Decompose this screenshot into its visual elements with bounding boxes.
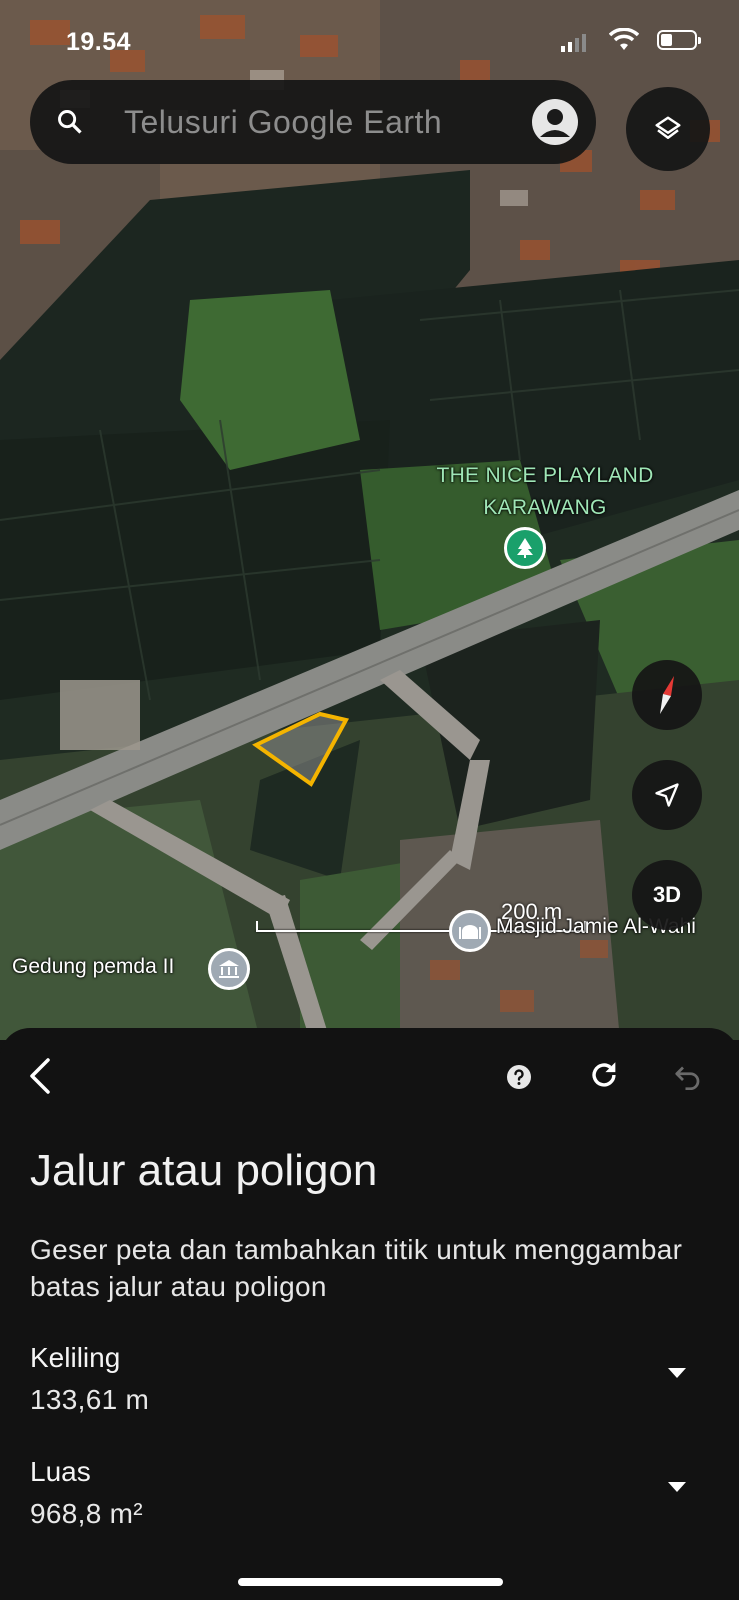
status-time: 19.54 bbox=[66, 28, 132, 56]
my-location-button[interactable] bbox=[632, 760, 702, 830]
search-input[interactable]: Telusuri Google Earth bbox=[124, 104, 442, 141]
sheet-title: Jalur atau poligon bbox=[30, 1146, 378, 1195]
undo-icon[interactable] bbox=[673, 1060, 703, 1090]
battery-icon bbox=[657, 30, 701, 50]
government-icon[interactable] bbox=[208, 948, 250, 990]
back-arrow-icon[interactable] bbox=[26, 1056, 56, 1096]
wifi-icon bbox=[609, 28, 639, 50]
status-bar: 19.54 bbox=[0, 22, 739, 62]
3d-toggle-button[interactable]: 3D bbox=[632, 860, 702, 930]
masjid-label[interactable]: Masjid Jamie Al-Wahi bbox=[496, 915, 739, 939]
perimeter-label: Keliling bbox=[30, 1342, 121, 1373]
gedung-label[interactable]: Gedung pemda II bbox=[12, 955, 174, 979]
refresh-icon[interactable] bbox=[587, 1058, 621, 1092]
my-location-icon bbox=[655, 783, 679, 807]
search-icon bbox=[58, 110, 82, 134]
area-value: 968,8 m² bbox=[30, 1498, 143, 1529]
help-icon[interactable] bbox=[506, 1064, 532, 1090]
compass-icon bbox=[660, 676, 674, 714]
layers-button[interactable] bbox=[626, 87, 710, 171]
dropdown-caret-icon[interactable] bbox=[668, 1482, 686, 1492]
area-metric[interactable]: Luas 968,8 m² bbox=[30, 1456, 710, 1536]
search-bar[interactable]: Telusuri Google Earth bbox=[30, 80, 596, 164]
area-label: Luas bbox=[30, 1456, 91, 1487]
compass-button[interactable] bbox=[632, 660, 702, 730]
perimeter-value: 133,61 m bbox=[30, 1384, 150, 1415]
cellular-signal-icon bbox=[561, 34, 586, 52]
measure-sheet: Jalur atau poligon Geser peta dan tambah… bbox=[0, 1028, 739, 1600]
account-icon[interactable] bbox=[532, 99, 578, 145]
tree-icon[interactable] bbox=[504, 527, 546, 569]
satellite-map[interactable]: 19.54 Telusuri Google Earth THE NICE PLA… bbox=[0, 0, 739, 1040]
perimeter-metric[interactable]: Keliling 133,61 m bbox=[30, 1342, 710, 1422]
home-indicator[interactable] bbox=[238, 1578, 503, 1586]
playland-label[interactable]: THE NICE PLAYLAND KARAWANG bbox=[390, 460, 700, 524]
layers-icon bbox=[655, 116, 681, 139]
sheet-description: Geser peta dan tambahkan titik untuk men… bbox=[30, 1234, 683, 1302]
mosque-icon[interactable] bbox=[449, 910, 491, 952]
dropdown-caret-icon[interactable] bbox=[668, 1368, 686, 1378]
